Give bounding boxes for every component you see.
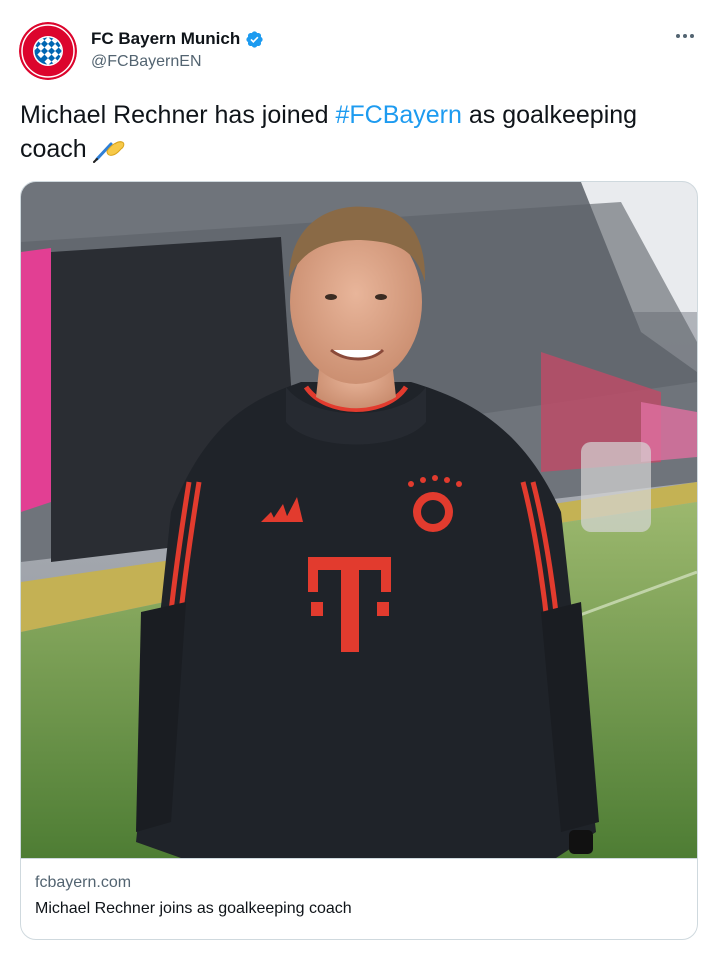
more-options-icon-dot <box>683 34 687 38</box>
author-info: FC Bayern Munich @FCBayernEN <box>91 28 264 71</box>
card-title: Michael Rechner joins as goalkeeping coa… <box>35 900 352 917</box>
hashtag-link[interactable]: #FCBayern <box>335 101 461 129</box>
tweet-text-before: Michael Rechner has joined <box>20 101 336 129</box>
author-name-row: FC Bayern Munich <box>91 28 264 50</box>
more-options-icon-dot <box>690 34 694 38</box>
card-domain: fcbayern.com <box>35 874 132 891</box>
coach-photo <box>21 182 697 858</box>
author-avatar[interactable] <box>19 22 77 80</box>
writing-hand-emoji <box>92 141 125 163</box>
author-display-name[interactable]: FC Bayern Munich <box>91 29 240 49</box>
more-options-button[interactable] <box>672 26 698 46</box>
verified-badge-icon <box>246 30 263 48</box>
link-card[interactable]: fcbayern.com Michael Rechner joins as go… <box>20 181 698 940</box>
author-handle[interactable]: @FCBayernEN <box>91 53 264 71</box>
more-options-icon <box>676 34 680 38</box>
card-image[interactable] <box>21 182 697 858</box>
fc-bayern-crest-icon <box>19 22 77 80</box>
tweet: FC Bayern Munich @FCBayernEN Michael Rec… <box>0 0 720 956</box>
tweet-text: Michael Rechner has joined #FCBayern as … <box>20 98 700 166</box>
card-footer: fcbayern.com Michael Rechner joins as go… <box>21 858 697 939</box>
